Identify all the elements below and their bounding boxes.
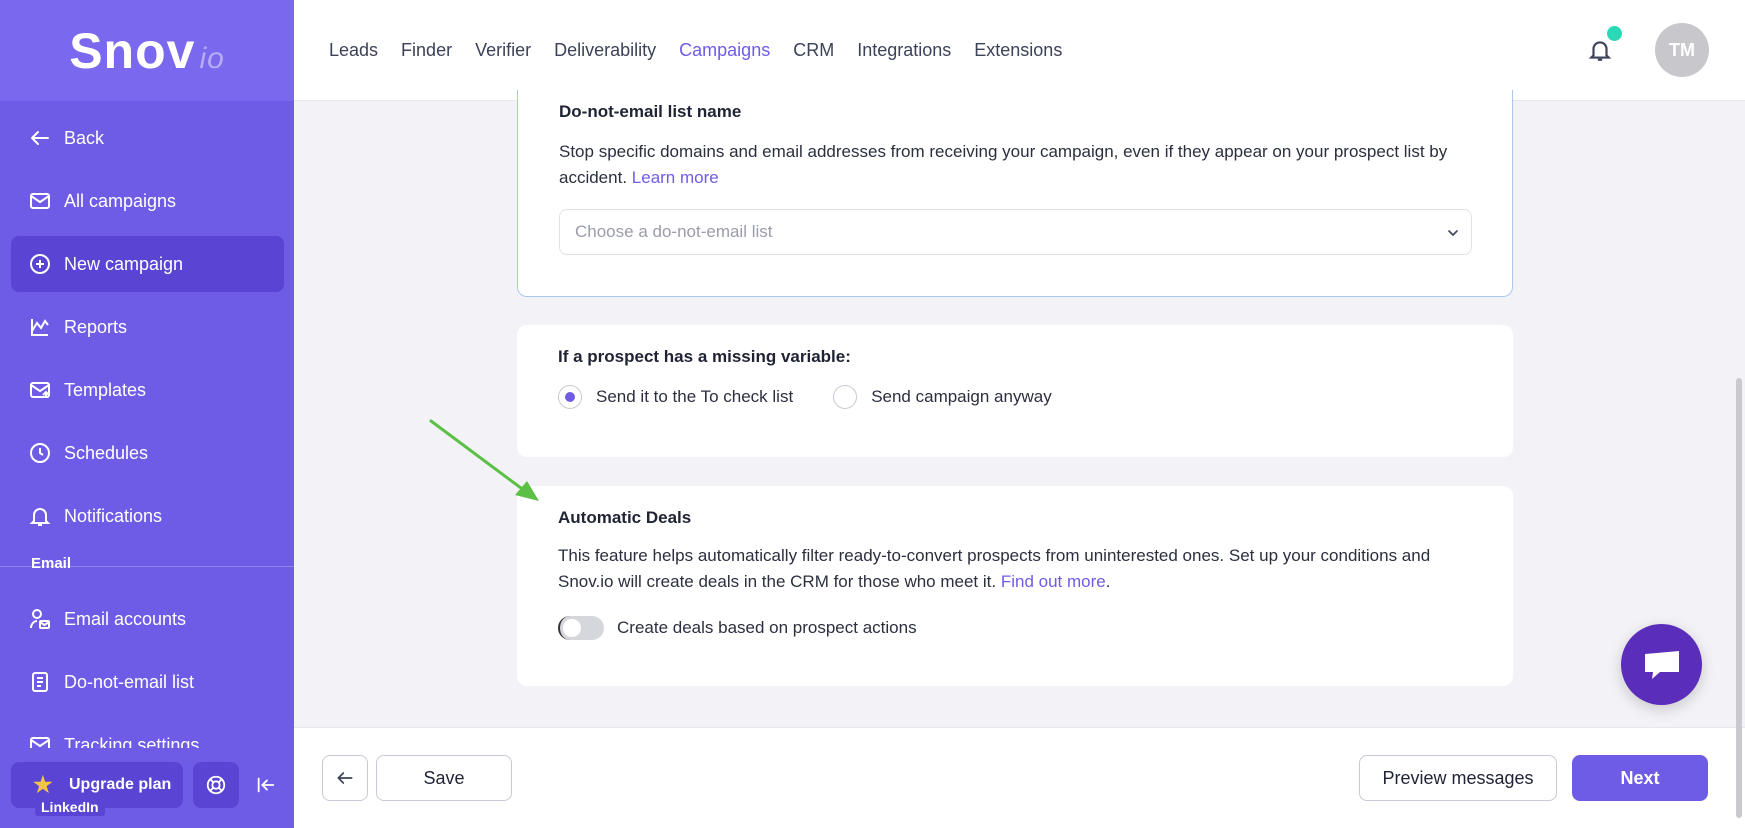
missing-variable-options: Send it to the To check list Send campai… [558,385,1052,409]
chevron-down-icon [1448,230,1458,237]
save-button[interactable]: Save [376,755,512,801]
sidebar-item-label: Email accounts [64,608,187,629]
find-out-more-link[interactable]: Find out more [1001,572,1106,591]
sidebar-item-email-accounts[interactable]: Email accounts [11,591,284,647]
annotation-arrow-icon [429,419,539,501]
lifebuoy-icon [206,775,226,795]
sidebar-item-label: New campaign [64,253,184,274]
scrollbar[interactable] [1736,378,1742,818]
nav-campaigns[interactable]: Campaigns [673,0,785,101]
main-nav: Leads Finder Verifier Deliverability Cam… [329,0,1085,101]
radio-label-to-check-list: Send it to the To check list [596,387,794,406]
nav-crm[interactable]: CRM [793,0,834,101]
back-button[interactable] [322,755,368,801]
sidebar-item-label: Reports [64,316,128,337]
sidebar-item-back[interactable]: Back [11,110,284,166]
top-navigation: Leads Finder Verifier Deliverability Cam… [294,0,1745,101]
create-deals-row: Create deals based on prospect actions [558,616,917,640]
do-not-email-description: Stop specific domains and email addresse… [559,139,1479,191]
sidebar-item-new-campaign[interactable]: New campaign [11,236,284,292]
clock-icon [30,443,50,463]
upgrade-plan-button[interactable]: ★ Upgrade plan LinkedIn [11,762,183,816]
period: . [1105,572,1111,591]
envelope-icon [30,193,50,209]
sidebar-item-reports[interactable]: Reports [11,299,284,355]
template-icon [30,382,50,398]
sidebar-bottom: ★ Upgrade plan LinkedIn [0,748,294,828]
sidebar-item-label: Back [64,127,105,148]
star-icon: ★ [33,772,53,797]
help-button[interactable] [193,762,239,808]
logo[interactable]: Snov io [0,0,294,101]
nav-integrations[interactable]: Integrations [857,0,951,101]
user-mail-icon [30,609,50,629]
collapse-sidebar-button[interactable] [250,762,282,808]
logo-main: Snov [69,22,196,79]
radio-send-anyway[interactable] [833,385,858,409]
nav-extensions[interactable]: Extensions [974,0,1062,101]
collapse-icon [257,777,275,793]
create-deals-label: Create deals based on prospect actions [617,618,917,637]
sidebar-item-label: Do-not-email list [64,671,195,692]
sidebar-item-label: Templates [64,379,147,400]
do-not-email-card: Do-not-email list name Stop specific dom… [517,90,1513,297]
plus-circle-icon [30,254,50,274]
sidebar-item-label: All campaigns [64,190,177,211]
nav-verifier[interactable]: Verifier [475,0,531,101]
list-icon [32,672,48,692]
linkedin-tag: LinkedIn [35,798,105,816]
sidebar: Snov io Back All campaigns New campaign R… [0,0,294,828]
create-deals-toggle[interactable] [558,616,604,640]
automatic-deals-description: This feature helps automatically filter … [558,543,1478,595]
automatic-deals-card: Automatic Deals This feature helps autom… [517,486,1513,686]
arrow-left-icon [337,772,353,784]
select-placeholder: Choose a do-not-email list [575,222,773,241]
chat-icon [1644,650,1679,679]
logo-suffix: io [199,41,225,75]
radio-label-send-anyway: Send campaign anyway [871,387,1052,406]
bell-icon [29,508,51,526]
next-button[interactable]: Next [1572,755,1708,801]
learn-more-link[interactable]: Learn more [632,168,719,187]
sidebar-item-schedules[interactable]: Schedules [11,425,284,481]
arrow-left-icon [31,131,49,145]
do-not-email-title: Do-not-email list name [559,102,742,121]
bottom-action-bar: Save Preview messages Next [294,727,1745,828]
notifications-bell-icon[interactable] [1587,36,1613,64]
avatar[interactable]: TM [1655,23,1709,77]
sidebar-divider [0,566,294,567]
chat-widget-button[interactable] [1621,624,1702,705]
sidebar-item-label: Notifications [64,505,163,526]
nav-finder[interactable]: Finder [401,0,452,101]
sidebar-item-do-not-email-list[interactable]: Do-not-email list [11,654,284,710]
sidebar-item-label: Schedules [64,442,149,463]
do-not-email-select[interactable]: Choose a do-not-email list [559,209,1472,255]
preview-messages-button[interactable]: Preview messages [1359,755,1557,801]
chart-icon [31,319,49,336]
nav-leads[interactable]: Leads [329,0,378,101]
automatic-deals-title: Automatic Deals [558,508,692,527]
nav-deliverability[interactable]: Deliverability [554,0,656,101]
radio-to-check-list[interactable] [558,385,582,409]
sidebar-section-email: Email [31,555,72,572]
sidebar-item-all-campaigns[interactable]: All campaigns [11,173,284,229]
automatic-deals-text: This feature helps automatically filter … [558,546,1431,591]
missing-variable-title: If a prospect has a missing variable: [558,347,851,366]
sidebar-item-templates[interactable]: Templates [11,362,284,418]
missing-variable-card: If a prospect has a missing variable: Se… [517,325,1513,457]
notification-dot [1607,26,1622,41]
upgrade-label: Upgrade plan [69,776,172,793]
sidebar-item-notifications[interactable]: Notifications [11,488,284,544]
